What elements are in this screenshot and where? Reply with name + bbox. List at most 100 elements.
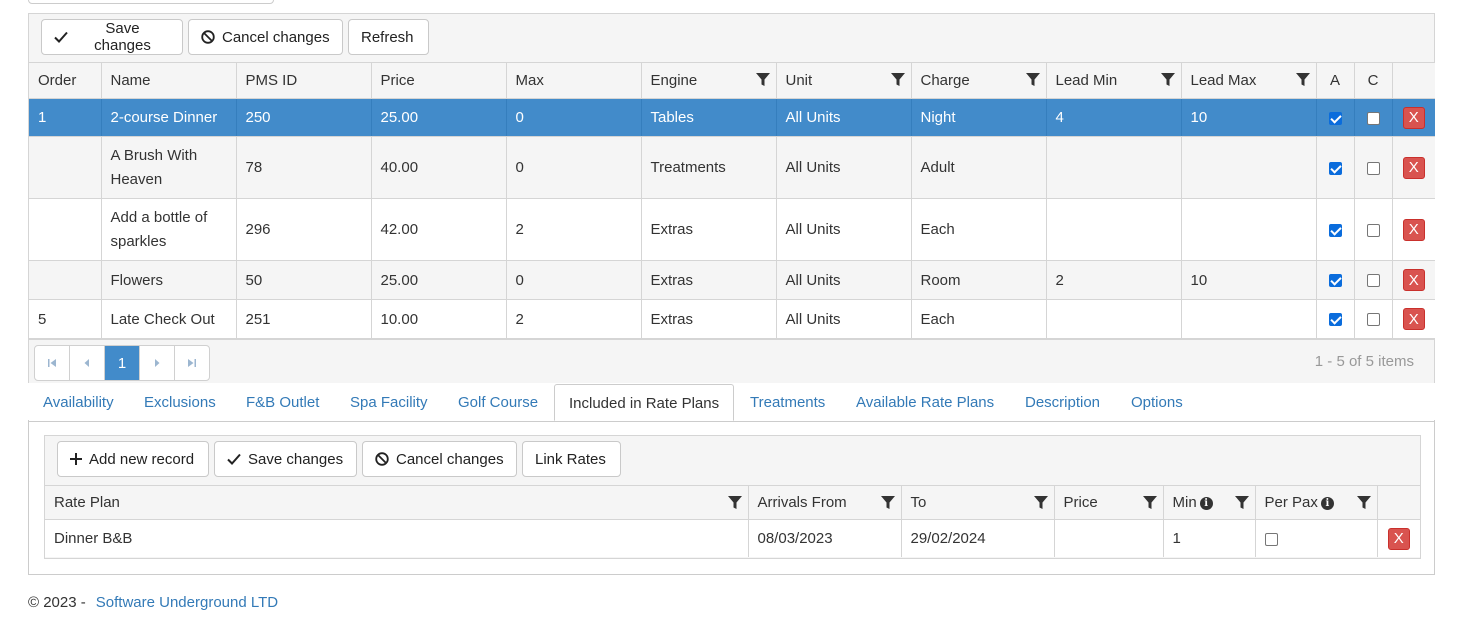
cell-lead-max[interactable] [1181,136,1317,199]
company-link[interactable]: Software Underground LTD [96,594,278,611]
cell-name[interactable]: Add a bottle of sparkles [101,198,237,261]
checkbox-c[interactable] [1366,223,1380,237]
cell-name[interactable]: Late Check Out [101,299,237,339]
col-max[interactable]: Max [506,62,642,99]
cell-max[interactable]: 0 [506,260,642,300]
cell-name[interactable]: A Brush With Heaven [101,136,237,199]
filter-icon[interactable] [1234,496,1249,510]
cell-engine[interactable]: Extras [641,198,777,261]
cell-max[interactable]: 2 [506,198,642,261]
col-c[interactable]: C [1354,62,1393,99]
cell-lead-max[interactable]: 10 [1181,98,1317,137]
cell-order[interactable] [29,198,102,261]
cell-charge[interactable]: Room [911,260,1047,300]
filter-icon[interactable] [1142,496,1157,510]
cell-engine[interactable]: Extras [641,299,777,339]
cell-max[interactable]: 0 [506,98,642,137]
filter-icon[interactable] [727,496,742,510]
prev-page-icon[interactable] [70,346,105,380]
delete-button[interactable]: X [1402,106,1425,129]
cell-charge[interactable]: Night [911,98,1047,137]
table-row[interactable]: A Brush With Heaven 78 40.00 0 Treatment… [29,136,1435,199]
first-page-icon[interactable] [35,346,70,380]
cell-unit[interactable]: All Units [776,198,912,261]
checkbox-a[interactable] [1328,111,1342,125]
save-changes-button[interactable]: Save changes [41,19,183,55]
cell-lead-max[interactable] [1181,299,1317,339]
tab-fb-outlet[interactable]: F&B Outlet [246,384,319,421]
cell-lead-min[interactable]: 2 [1046,260,1182,300]
checkbox-c[interactable] [1366,161,1380,175]
tab-treatments[interactable]: Treatments [750,384,825,421]
col-per-pax[interactable]: Per Pax i [1255,485,1378,520]
link-rates-button[interactable]: Link Rates [522,441,621,477]
checkbox-a[interactable] [1328,274,1342,288]
tab-options[interactable]: Options [1131,384,1183,421]
add-new-record-button[interactable]: Add new record [57,441,209,477]
cell-unit[interactable]: All Units [776,98,912,137]
checkbox-c[interactable] [1366,274,1380,288]
cell-engine[interactable]: Tables [641,98,777,137]
cell-order[interactable] [29,136,102,199]
checkbox-a[interactable] [1328,161,1342,175]
save-changes-button[interactable]: Save changes [214,441,357,477]
col-engine[interactable]: Engine [641,62,777,99]
tab-availability[interactable]: Availability [43,384,114,421]
checkbox-per-pax[interactable] [1264,532,1278,546]
info-icon[interactable]: i [1320,496,1334,510]
col-rate-plan[interactable]: Rate Plan [45,485,749,520]
checkbox-c[interactable] [1366,313,1380,327]
cell-unit[interactable]: All Units [776,299,912,339]
cell-per-pax[interactable] [1255,519,1378,557]
col-to[interactable]: To [901,485,1055,520]
cancel-changes-button[interactable]: Cancel changes [362,441,517,477]
cell-price[interactable] [1054,519,1164,557]
delete-button[interactable]: X [1402,308,1425,330]
col-order[interactable]: Order [29,62,102,99]
col-name[interactable]: Name [101,62,237,99]
filter-icon[interactable] [1356,496,1371,510]
cell-lead-max[interactable]: 10 [1181,260,1317,300]
cell-unit[interactable]: All Units [776,136,912,199]
cell-lead-min[interactable] [1046,136,1182,199]
checkbox-a[interactable] [1328,223,1342,237]
filter-icon[interactable] [890,73,905,87]
cell-charge[interactable]: Adult [911,136,1047,199]
cell-lead-min[interactable] [1046,299,1182,339]
cell-pms-id[interactable]: 250 [236,98,372,137]
cell-lead-min[interactable]: 4 [1046,98,1182,137]
current-page-button[interactable]: 1 [105,346,140,380]
tab-included-in-rate-plans[interactable]: Included in Rate Plans [554,384,735,421]
table-row[interactable]: Flowers 50 25.00 0 Extras All Units Room… [29,260,1435,300]
cell-min[interactable]: 1 [1163,519,1256,557]
filter-icon[interactable] [1033,496,1048,510]
col-unit[interactable]: Unit [776,62,912,99]
cell-price[interactable]: 25.00 [371,98,507,137]
col-lead-max[interactable]: Lead Max [1181,62,1317,99]
cell-order[interactable] [29,260,102,300]
filter-icon[interactable] [1025,73,1040,87]
col-lead-min[interactable]: Lead Min [1046,62,1182,99]
cell-pms-id[interactable]: 251 [236,299,372,339]
cell-charge[interactable]: Each [911,198,1047,261]
cell-pms-id[interactable]: 50 [236,260,372,300]
cell-price[interactable]: 42.00 [371,198,507,261]
cell-engine[interactable]: Extras [641,260,777,300]
filter-icon[interactable] [1295,73,1310,87]
delete-button[interactable]: X [1402,269,1425,291]
table-row[interactable]: Dinner B&B 08/03/2023 29/02/2024 1 X [45,519,1420,557]
cell-max[interactable]: 2 [506,299,642,339]
tab-description[interactable]: Description [1025,384,1100,421]
cell-arrivals-from[interactable]: 08/03/2023 [748,519,902,557]
tab-exclusions[interactable]: Exclusions [144,384,216,421]
cell-name[interactable]: Flowers [101,260,237,300]
cell-charge[interactable]: Each [911,299,1047,339]
cell-to[interactable]: 29/02/2024 [901,519,1055,557]
cell-order[interactable]: 1 [29,98,102,137]
col-a[interactable]: A [1316,62,1355,99]
checkbox-c[interactable] [1366,111,1380,125]
refresh-button[interactable]: Refresh [348,19,429,55]
col-price[interactable]: Price [1054,485,1164,520]
checkbox-a[interactable] [1328,313,1342,327]
delete-button[interactable]: X [1402,218,1425,241]
